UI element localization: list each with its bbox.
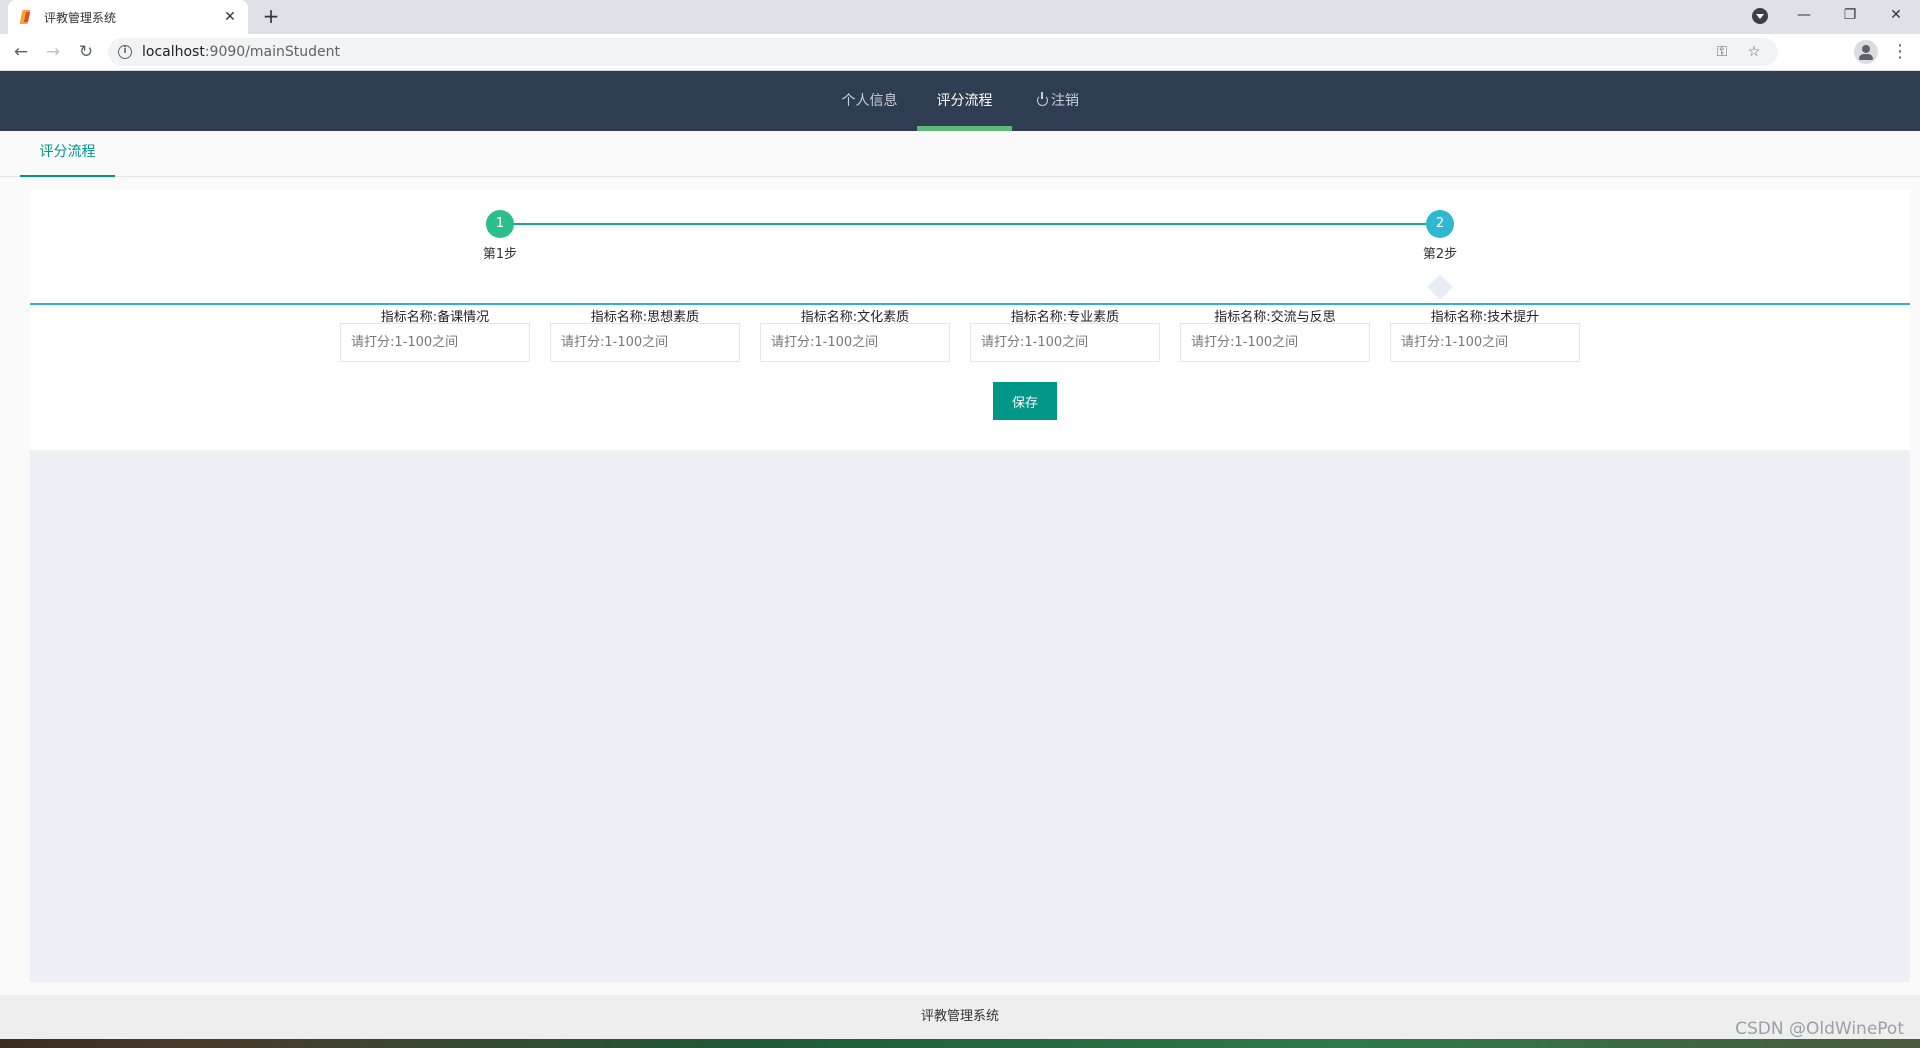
- site-favicon-icon: [18, 9, 34, 25]
- step-2-label: 第2步: [1422, 247, 1458, 262]
- profile-avatar-icon[interactable]: [1854, 40, 1878, 64]
- url-host: localhost: [142, 44, 205, 60]
- tab-scoring-process[interactable]: 评分流程: [20, 131, 115, 177]
- step-1-circle: 1: [486, 210, 514, 238]
- power-icon: [1037, 92, 1048, 106]
- nav-item-logout[interactable]: 注销: [1025, 71, 1091, 131]
- minimize-button[interactable]: —: [1781, 0, 1827, 34]
- sub-tab-bar: 评分流程: [0, 131, 1920, 177]
- score-input-culture[interactable]: [760, 323, 950, 362]
- desktop-background-strip: [0, 1039, 1920, 1048]
- logout-label: 注销: [1051, 93, 1079, 109]
- nav-item-personal-info[interactable]: 个人信息: [827, 71, 912, 131]
- nav-item-scoring-process[interactable]: 评分流程: [917, 71, 1012, 131]
- key-icon[interactable]: ⚿: [1713, 43, 1731, 61]
- score-input-ideology[interactable]: [550, 323, 740, 362]
- new-tab-button[interactable]: +: [260, 6, 282, 28]
- browser-tab[interactable]: 评教管理系统 ✕: [8, 0, 248, 34]
- footer: 评教管理系统: [0, 995, 1920, 1039]
- restore-button[interactable]: ❐: [1827, 0, 1873, 34]
- bookmark-star-icon[interactable]: ☆: [1745, 43, 1763, 61]
- tab-search-icon[interactable]: [1752, 8, 1768, 24]
- step-divider-line: [30, 303, 1910, 305]
- score-input-communication[interactable]: [1180, 323, 1370, 362]
- save-button[interactable]: 保存: [993, 382, 1057, 420]
- score-input-technology[interactable]: [1390, 323, 1580, 362]
- content-background: [30, 450, 1910, 982]
- forward-arrow-icon[interactable]: →: [41, 40, 65, 64]
- reload-icon[interactable]: ↻: [74, 40, 98, 64]
- browser-tab-strip: 评教管理系统 ✕ + — ❐ ✕: [0, 0, 1920, 34]
- step-2-circle: 2: [1426, 210, 1454, 238]
- tab-close-icon[interactable]: ✕: [222, 9, 238, 25]
- address-bar[interactable]: i localhost:9090/mainStudent ⚿ ☆: [108, 38, 1778, 66]
- step-1-label: 第1步: [482, 247, 518, 262]
- steps-progress-line: [500, 223, 1440, 225]
- watermark: CSDN @OldWinePot: [1735, 1019, 1904, 1039]
- browser-menu-icon[interactable]: ⋮: [1890, 40, 1910, 64]
- tab-title: 评教管理系统: [44, 10, 117, 25]
- score-input-lesson-prep[interactable]: [340, 323, 530, 362]
- url-text[interactable]: localhost:9090/mainStudent: [142, 44, 340, 60]
- close-window-button[interactable]: ✕: [1873, 0, 1919, 34]
- browser-toolbar: ← → ↻ i localhost:9090/mainStudent ⚿ ☆ ⋮: [0, 34, 1920, 71]
- score-input-professional[interactable]: [970, 323, 1160, 362]
- url-path: :9090/mainStudent: [204, 44, 340, 60]
- back-arrow-icon[interactable]: ←: [9, 40, 33, 64]
- site-info-icon[interactable]: i: [118, 45, 132, 59]
- app-header: 个人信息 评分流程 注销: [0, 71, 1920, 131]
